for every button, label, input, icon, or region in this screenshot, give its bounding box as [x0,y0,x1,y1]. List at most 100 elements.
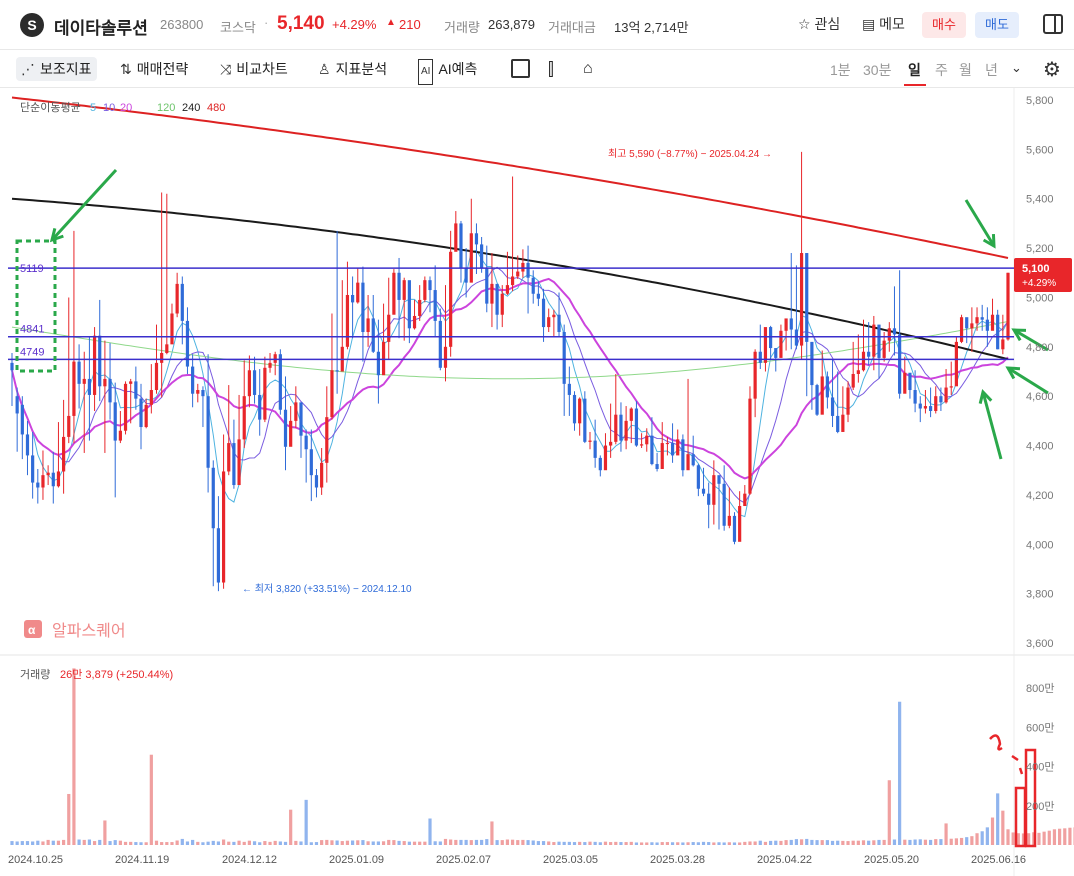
volume-bar [794,839,799,845]
volume-bar [87,839,92,845]
volume-bar [1068,827,1072,845]
candle-body [805,253,809,342]
volume-bar [77,839,81,845]
chart-grid [0,88,1074,876]
toolbar-compare-button[interactable]: ⤨ 비교차트 [220,57,288,81]
volume-bar [123,841,128,845]
price-tick-label: 4,600 [1026,391,1054,403]
candle-body [722,483,726,526]
volume-label: 거래량 [20,668,50,681]
chevron-down-icon[interactable]: ⌄ [1011,60,1022,76]
candle-body [160,352,164,363]
toolbar-strategy-button[interactable]: ⇅ 매매전략 [120,57,188,81]
ma-legend-20: 20 [120,102,132,114]
toolbar-analysis-button[interactable]: ♙ 지표분석 [318,57,387,81]
volume-bar [748,841,752,845]
volume-bar [144,842,148,845]
toolbar-ai-button[interactable]: AI AI예측 [418,57,477,85]
candle-body [247,370,251,397]
watermark-logo-glyph: α [28,623,36,637]
price-tick-label: 4,400 [1026,441,1054,453]
side-panel-toggle-icon[interactable] [1043,14,1063,34]
volume-bar [805,838,809,845]
volume-bar [1001,810,1005,845]
volume-bar [521,839,525,845]
volume-bar [970,836,974,845]
ai-icon: AI [418,59,434,85]
favorite-label: 관심 [814,16,841,32]
timeframe-30min[interactable]: 30분 [863,60,891,80]
volume-bar [258,842,262,845]
candle-body [381,341,386,376]
watermark: 알파스퀘어 [52,622,126,640]
volume-bar [211,840,215,845]
candle-body [588,440,592,442]
candle-body [872,324,876,357]
candle-body [799,253,804,346]
candle-body [665,443,669,445]
ma-legend-10: 10 [103,102,115,114]
toolbar-indicators-button[interactable]: ⋰ 보조지표 [16,57,97,81]
current-price-tag-pct: +4.29% [1022,278,1056,289]
gear-icon[interactable]: ⚙ [1043,57,1061,82]
candle-body [485,267,489,304]
timeframe-month[interactable]: 월 [959,60,972,80]
volume-bar [180,838,184,845]
volume-bar [738,842,742,845]
candle-body [696,465,700,489]
candle-body [970,323,974,329]
volume-bar [118,840,122,845]
timeframe-year[interactable]: 년 [985,60,998,80]
candle-body [490,283,494,304]
candle-body [727,515,731,526]
candle-body [72,361,76,416]
candle-body [361,282,365,333]
volume-bar [856,840,860,845]
volume-bar [505,839,510,845]
volume-bar [56,840,61,845]
favorite-button[interactable]: ☆ 관심 [798,14,840,34]
volume-bar [510,839,515,845]
candle-body [237,439,241,486]
analysis-icon: ♙ [318,61,331,77]
candle-body [521,262,525,272]
volume-bar [20,841,24,845]
drawing-box-icon[interactable] [511,59,530,78]
volume-bar [201,842,205,845]
price-chart[interactable]: 5119 4841 4749 단순이동평균 5 10 20 120 240 480 최고 5,590… [0,88,1074,876]
candle-type-icon[interactable]: ⫿ [548,57,554,81]
volume-bar [459,839,463,845]
buy-button[interactable]: 매수 [922,12,966,38]
ma-legend-5: 5 [90,102,96,114]
candle-body [170,313,174,345]
timeframe-day[interactable]: 일 [908,60,921,80]
candle-body [402,280,406,300]
volume-bar [939,839,943,845]
candle-body [216,528,221,583]
volume-bar [304,799,308,845]
volume-bar [928,839,933,845]
volume-bar [98,839,102,845]
strategy-icon: ⇅ [120,61,132,77]
volume-bar [526,840,530,845]
change-percent: +4.29% [332,17,377,32]
candle-body [454,223,458,252]
candle-body [294,402,298,421]
candle-body [572,394,577,424]
volume-bar [449,839,453,845]
timeframe-1min[interactable]: 1분 [830,60,851,80]
sell-button[interactable]: 매도 [975,12,1019,38]
volume-bar [696,842,700,845]
volume-bar [325,839,329,845]
memo-button[interactable]: ▤ 메모 [862,14,905,34]
timeframe-week[interactable]: 주 [935,60,948,80]
volume-bar [51,840,55,845]
volume-bar [877,839,881,845]
volume-bar [361,840,365,845]
camera-icon[interactable]: ⌂ [583,57,593,81]
candle-body [356,282,360,303]
volume-bar [92,841,97,845]
volume-bar [72,668,76,845]
candle-body [959,317,964,342]
volume-bar [165,842,169,845]
